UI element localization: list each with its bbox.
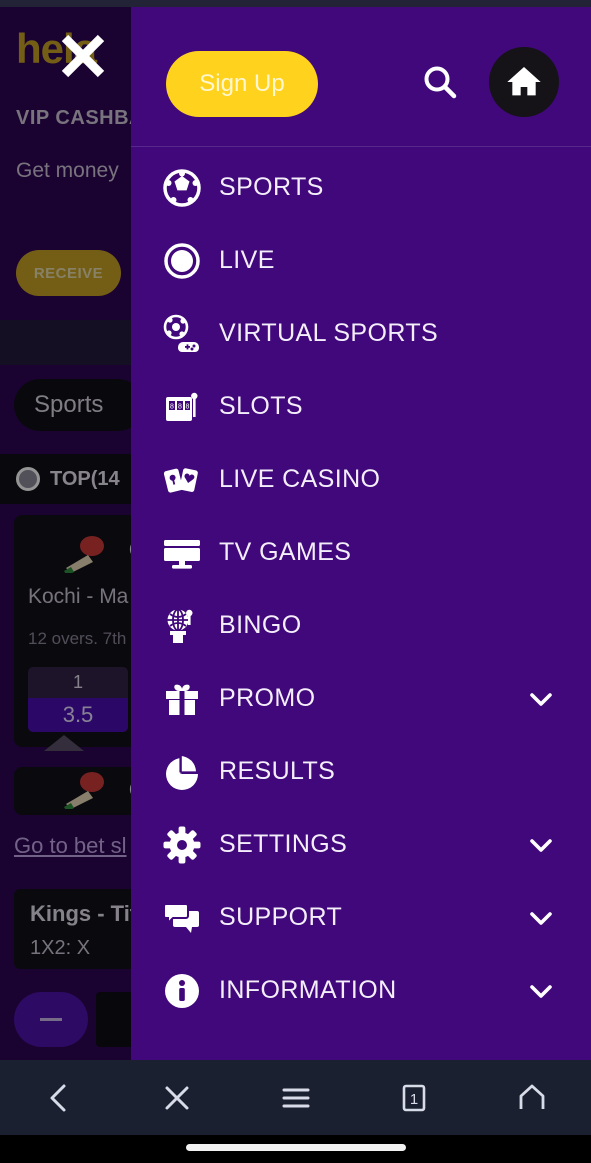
menu-item-label: VIRTUAL SPORTS [219, 319, 439, 347]
home-button[interactable] [489, 47, 559, 117]
menu-item-label: TV GAMES [219, 538, 352, 566]
home-icon [507, 67, 541, 96]
svg-text:8: 8 [170, 403, 174, 410]
virtual-sports-icon [159, 311, 205, 357]
menu-header: Sign Up [131, 7, 591, 147]
soccer-ball-icon [159, 165, 205, 211]
chevron-left-icon [50, 1084, 66, 1111]
gift-icon [159, 676, 205, 722]
menu-item-label: PROMO [219, 684, 316, 712]
menu-item-bingo[interactable]: BINGO [131, 589, 591, 662]
tabs-icon: 1 [402, 1084, 426, 1111]
slot-machine-icon: 8 8 8 [159, 384, 205, 430]
nav-back-button[interactable] [0, 1060, 118, 1135]
nav-tabs-button[interactable]: 1 [355, 1060, 473, 1135]
nav-home-button[interactable] [473, 1060, 591, 1135]
menu-item-label: SETTINGS [219, 830, 348, 858]
menu-item-support[interactable]: SUPPORT [131, 881, 591, 954]
menu-item-information[interactable]: INFORMATION [131, 954, 591, 1027]
status-bar [0, 0, 591, 7]
search-icon [424, 66, 457, 99]
live-circle-icon [159, 238, 205, 284]
menu-item-tv-games[interactable]: TV GAMES [131, 516, 591, 589]
menu-item-slots[interactable]: 8 8 8 SLOTS [131, 370, 591, 443]
sign-up-button[interactable]: Sign Up [166, 51, 318, 117]
close-icon [165, 1086, 189, 1109]
menu-item-live-casino[interactable]: LIVE CASINO [131, 443, 591, 516]
menu-item-label: BINGO [219, 611, 302, 639]
svg-text:8: 8 [178, 403, 182, 410]
menu-item-label: SLOTS [219, 392, 303, 420]
chevron-down-icon[interactable] [527, 685, 555, 713]
menu-item-sports[interactable]: SPORTS [131, 151, 591, 224]
svg-text:8: 8 [186, 403, 190, 410]
menu-item-virtual-sports[interactable]: VIRTUAL SPORTS [131, 297, 591, 370]
menu-item-label: LIVE [219, 246, 275, 274]
nav-menu-button[interactable] [236, 1060, 354, 1135]
chevron-down-icon[interactable] [527, 977, 555, 1005]
nav-close-button[interactable] [118, 1060, 236, 1135]
menu-item-results[interactable]: RESULTS [131, 735, 591, 808]
close-menu-button[interactable] [55, 28, 111, 84]
menu-item-label: INFORMATION [219, 976, 397, 1004]
side-menu-panel: Sign Up SPORTS LIVE VIRTUAL SPORTS 8 8 8… [131, 7, 591, 1060]
info-circle-icon [159, 968, 205, 1014]
menu-item-label: SPORTS [219, 173, 324, 201]
menu-item-settings[interactable]: SETTINGS [131, 808, 591, 881]
menu-item-label: SUPPORT [219, 903, 343, 931]
browser-bottom-nav: 1 [0, 1060, 591, 1135]
chevron-down-icon[interactable] [527, 831, 555, 859]
close-icon [61, 34, 105, 78]
gesture-bar[interactable] [185, 1144, 406, 1151]
chevron-down-icon[interactable] [527, 904, 555, 932]
playing-cards-icon [159, 457, 205, 503]
chat-bubbles-icon [159, 895, 205, 941]
hamburger-icon [282, 1088, 309, 1107]
menu-item-label: RESULTS [219, 757, 336, 785]
menu-item-label: LIVE CASINO [219, 465, 381, 493]
menu-item-promo[interactable]: PROMO [131, 662, 591, 735]
home-outline-icon [519, 1084, 545, 1109]
monitor-icon [159, 530, 205, 576]
search-button[interactable] [414, 57, 466, 109]
menu-list: SPORTS LIVE VIRTUAL SPORTS 8 8 8 SLOTS L… [131, 147, 591, 1027]
gesture-area [0, 1135, 591, 1163]
svg-text:1: 1 [410, 1091, 418, 1108]
gear-icon [159, 822, 205, 868]
bingo-cage-icon [159, 603, 205, 649]
pie-chart-icon [159, 749, 205, 795]
menu-item-live[interactable]: LIVE [131, 224, 591, 297]
